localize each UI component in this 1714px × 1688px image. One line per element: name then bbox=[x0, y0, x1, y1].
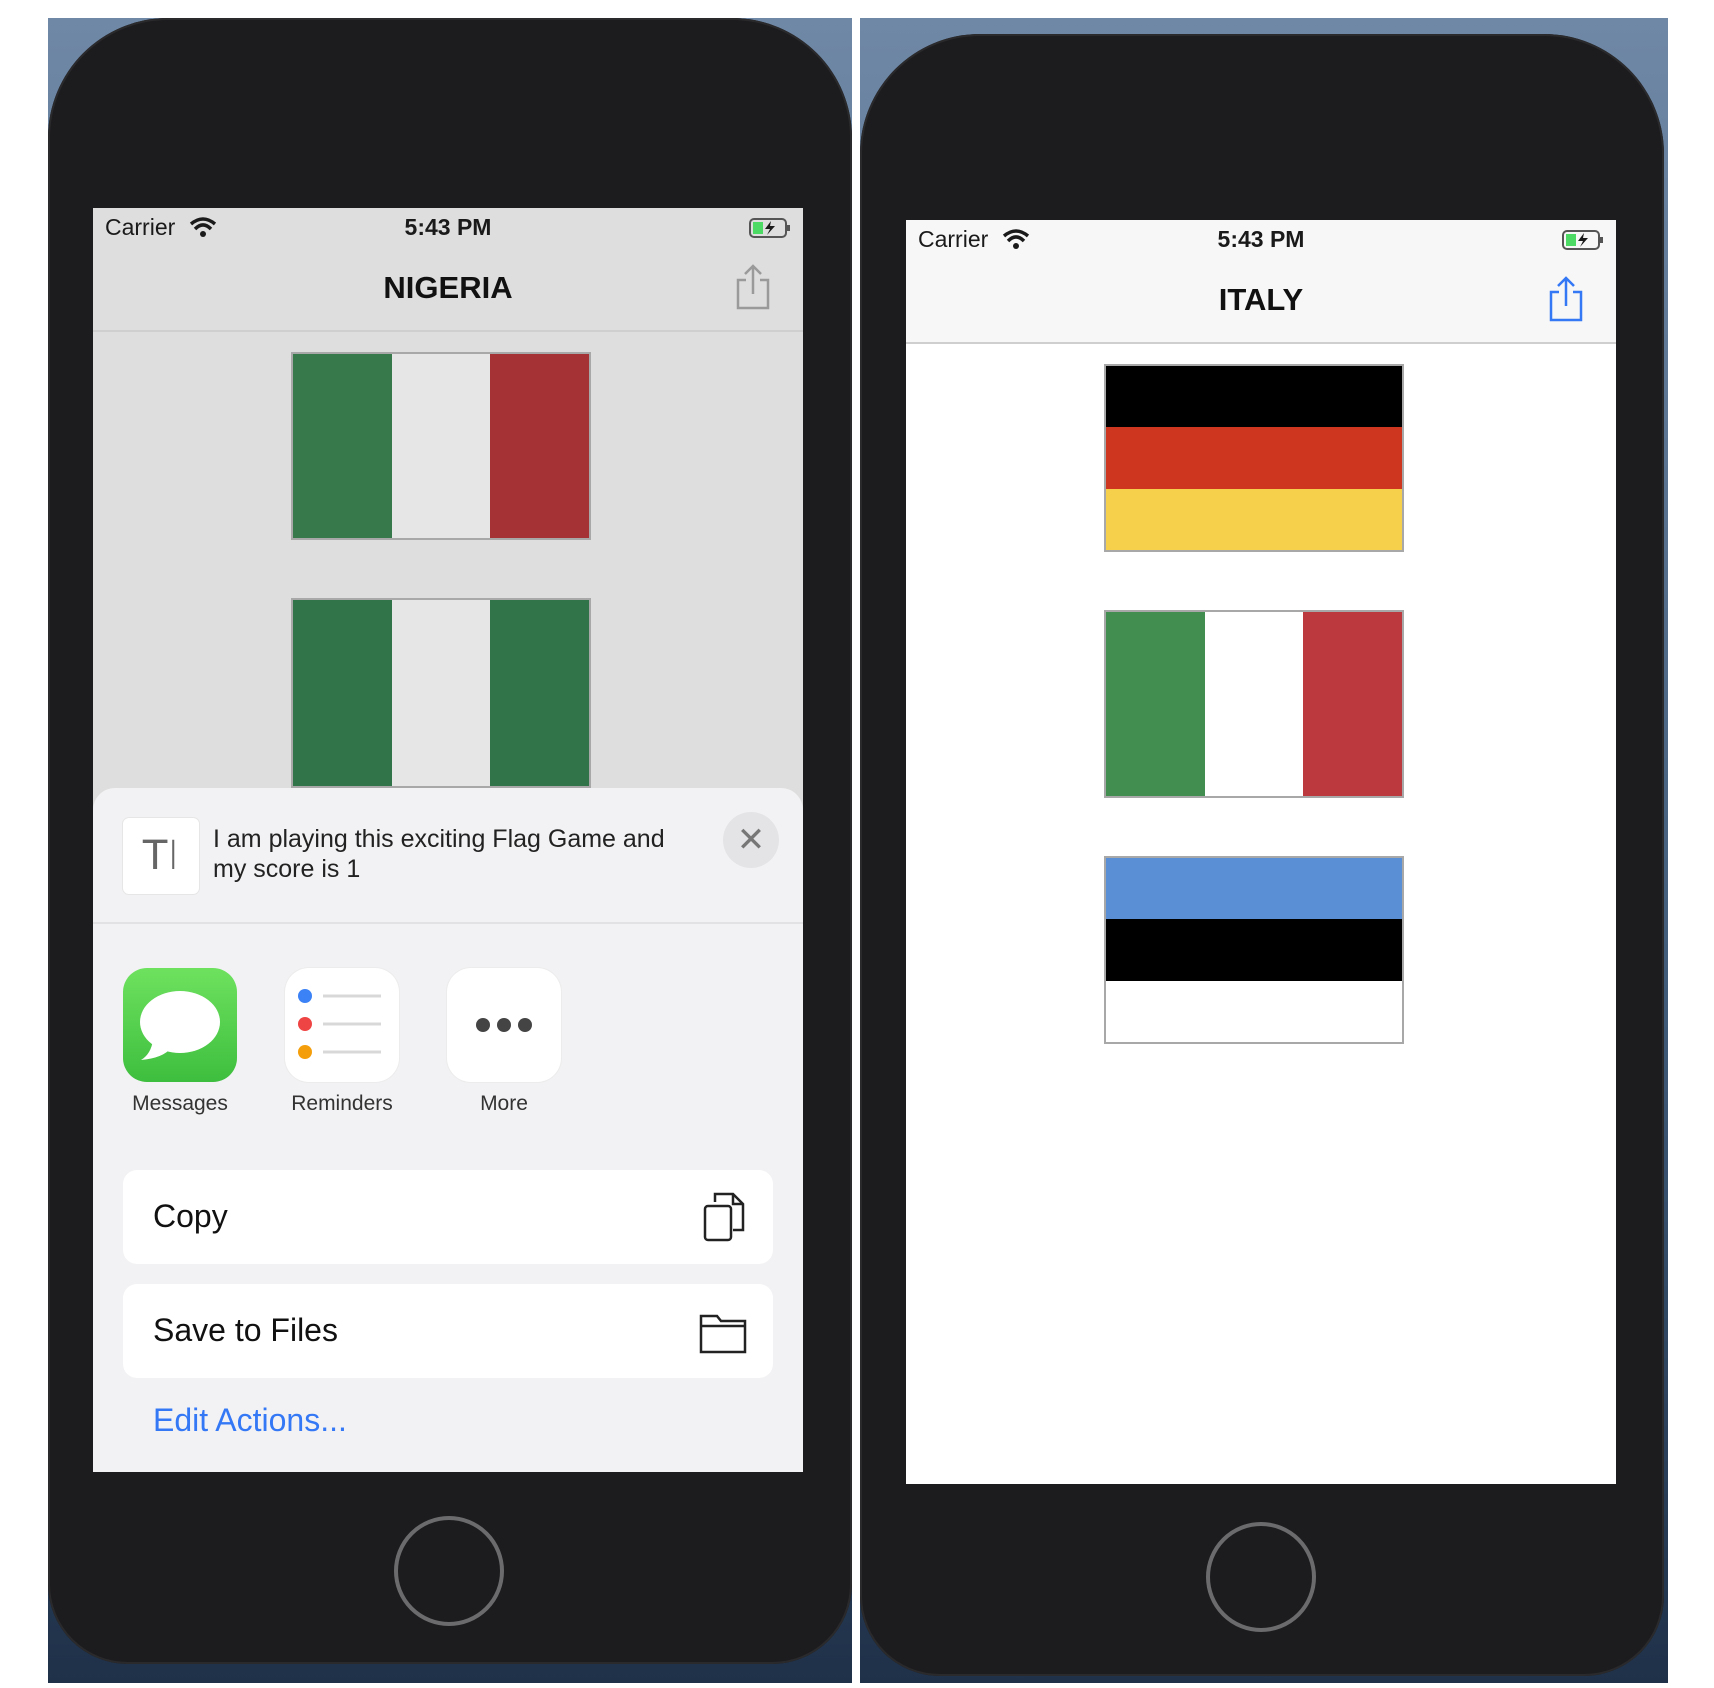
flag-stripe bbox=[1106, 919, 1402, 981]
share-app-more[interactable]: More bbox=[447, 968, 561, 1116]
flag-button-2[interactable] bbox=[291, 598, 591, 788]
action-label: Copy bbox=[153, 1198, 228, 1234]
share-icon[interactable] bbox=[1546, 274, 1586, 324]
flag-stripe bbox=[1106, 488, 1402, 550]
share-icon[interactable] bbox=[733, 262, 773, 312]
phone-frame-left: Carrier 5:43 PM NIGERIA TI I am playing … bbox=[48, 18, 852, 1664]
app-label: Messages bbox=[132, 1092, 228, 1115]
phone-frame-right: Carrier 5:43 PM ITALY bbox=[860, 34, 1664, 1676]
flag-stripe bbox=[490, 600, 590, 786]
copy-icon bbox=[703, 1192, 745, 1242]
flag-stripe bbox=[1106, 980, 1402, 1042]
battery-icon bbox=[749, 218, 790, 238]
share-message: I am playing this exciting Flag Game and… bbox=[213, 825, 665, 883]
phone-screen-left: Carrier 5:43 PM NIGERIA TI I am playing … bbox=[93, 208, 803, 1472]
action-label: Save to Files bbox=[153, 1312, 338, 1348]
flag-stripe bbox=[1106, 858, 1402, 920]
share-app-reminders[interactable]: Reminders bbox=[285, 968, 399, 1116]
share-sheet: TI I am playing this exciting Flag Game … bbox=[93, 788, 803, 1472]
flag-stripe bbox=[1204, 612, 1304, 796]
app-label: Reminders bbox=[291, 1092, 393, 1115]
flag-button-2[interactable] bbox=[1104, 610, 1404, 798]
flag-stripe bbox=[293, 354, 392, 538]
flag-button-1[interactable] bbox=[291, 352, 591, 540]
close-icon: ✕ bbox=[736, 820, 766, 860]
messages-icon bbox=[123, 968, 237, 1082]
battery-icon bbox=[1562, 230, 1603, 250]
text-format-icon: TI bbox=[123, 818, 199, 894]
page-title: ITALY bbox=[1218, 282, 1304, 317]
share-app-messages[interactable]: Messages bbox=[123, 968, 237, 1116]
edit-actions-link[interactable]: Edit Actions... bbox=[153, 1402, 347, 1439]
more-icon bbox=[447, 968, 561, 1082]
flag-stripe bbox=[490, 354, 590, 538]
app-label: More bbox=[480, 1092, 528, 1115]
status-bar: Carrier 5:43 PM bbox=[93, 208, 803, 244]
flag-stripe bbox=[391, 600, 491, 786]
navigation-bar: ITALY bbox=[906, 256, 1616, 344]
save-to-files-action[interactable]: Save to Files bbox=[123, 1284, 773, 1378]
status-bar: Carrier 5:43 PM bbox=[906, 220, 1616, 256]
clock: 5:43 PM bbox=[1217, 226, 1305, 252]
folder-icon bbox=[699, 1314, 747, 1354]
home-button[interactable] bbox=[1206, 1522, 1316, 1632]
flag-button-1[interactable] bbox=[1104, 364, 1404, 552]
flag-stripe bbox=[1106, 366, 1402, 428]
phone-screen-right: Carrier 5:43 PM ITALY bbox=[906, 220, 1616, 1484]
reminders-icon bbox=[285, 968, 399, 1082]
clock: 5:43 PM bbox=[404, 214, 492, 240]
flag-stripe bbox=[293, 600, 392, 786]
flag-stripe bbox=[1106, 427, 1402, 489]
share-sheet-header: TI I am playing this exciting Flag Game … bbox=[93, 788, 803, 924]
copy-action[interactable]: Copy bbox=[123, 1170, 773, 1264]
home-button[interactable] bbox=[394, 1516, 504, 1626]
flag-stripe bbox=[1106, 612, 1205, 796]
flag-button-3[interactable] bbox=[1104, 856, 1404, 1044]
close-button[interactable]: ✕ bbox=[723, 812, 779, 868]
navigation-bar: NIGERIA bbox=[93, 244, 803, 332]
flag-stripe bbox=[1303, 612, 1403, 796]
page-title: NIGERIA bbox=[383, 270, 513, 305]
flag-stripe bbox=[391, 354, 491, 538]
